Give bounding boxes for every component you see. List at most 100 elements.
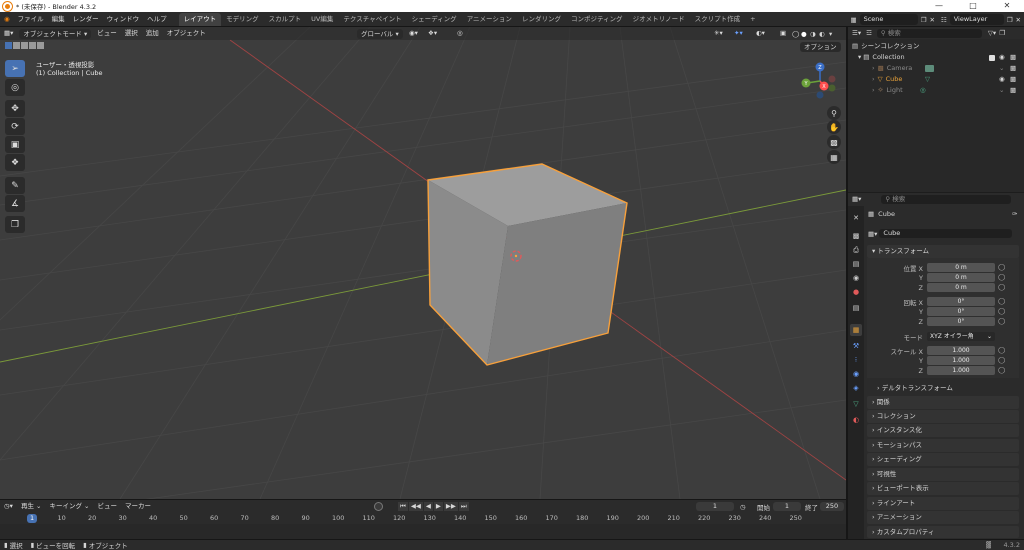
material-tab-icon[interactable]: ◐ [850,414,862,426]
modifier-tab-icon[interactable]: ⚒ [850,340,862,352]
end-frame-field[interactable]: 250 [820,502,844,511]
outliner-funnel-icon[interactable]: ▽▾ [988,29,996,37]
tool-scale-icon[interactable]: ▣ [5,136,25,153]
mode-dropdown[interactable]: オブジェクトモード ▾ [19,28,92,39]
lock-icon[interactable]: ◯ [998,283,1005,291]
section-viewport-display[interactable]: › ビューポート表示 [867,482,1019,495]
tool-rotate-icon[interactable]: ⟳ [5,118,25,135]
tab-texture-paint[interactable]: テクスチャペイント [338,13,406,26]
tab-geometry-nodes[interactable]: ジオメトリノード [628,13,690,26]
camera-view-icon[interactable]: ▩ [827,135,841,149]
tab-layout[interactable]: レイアウト [178,12,222,26]
tool-select-box-icon[interactable]: ➢ [5,60,25,77]
resize-grip-icon[interactable]: ▓ [986,541,991,549]
outliner-scene-collection[interactable]: ▤ シーンコレクション [848,41,1024,52]
timeline-track-area[interactable] [0,524,846,539]
lock-icon[interactable]: ◯ [998,297,1005,305]
lock-icon[interactable]: ◯ [998,366,1005,374]
scene-tab-icon[interactable]: ◉ [850,272,862,284]
visibility-icon[interactable]: ✳▾ [710,27,727,40]
perspective-toggle-icon[interactable]: ▦ [827,150,841,164]
maximize-icon[interactable]: □ [956,0,990,12]
section-collections[interactable]: › コレクション [867,410,1019,423]
output-tab-icon[interactable]: ⎙ [850,244,862,256]
current-frame-marker[interactable]: 1 [27,514,38,523]
location-z-field[interactable]: 0 m [927,283,995,292]
timeline-ruler[interactable]: 1 10 20 30 40 50 60 70 80 90 100 110 120 130 140 150 160… [0,513,846,524]
menu-marker[interactable]: マーカー [121,500,155,513]
play-icon[interactable]: ▶ [433,502,443,511]
object-type-icon[interactable]: ▦▾ [868,230,877,238]
menu-object[interactable]: オブジェクト [163,27,210,40]
minimize-icon[interactable]: — [922,0,956,12]
collection-render-icon[interactable]: ▩ [1010,52,1016,63]
lock-icon[interactable]: ◯ [998,273,1005,281]
menu-add[interactable]: 追加 [142,27,163,40]
tool-tab-icon[interactable]: ✕ [850,212,862,224]
shading-wireframe-icon[interactable]: ◯ [792,30,799,38]
add-workspace-icon[interactable]: + [745,13,760,26]
pin-icon[interactable]: ✑ [1012,210,1017,218]
menu-window[interactable]: ウィンドウ [103,12,144,27]
select-extend-icon[interactable] [13,42,20,49]
tool-annotate-icon[interactable]: ✎ [5,177,25,194]
transform-panel-header[interactable]: ▾ トランスフォーム [867,245,1019,258]
viewlayer-selector[interactable]: ViewLayer [949,14,1004,25]
tab-shading[interactable]: シェーディング [407,13,462,26]
camera-render-icon[interactable]: ▩ [1010,63,1016,74]
tool-cursor-icon[interactable]: ◎ [5,79,25,96]
snap-icon[interactable]: ❖▾ [424,27,441,40]
next-keyframe-icon[interactable]: ▶▶ [443,502,458,511]
section-animation[interactable]: › アニメーション [867,511,1019,524]
tool-move-icon[interactable]: ✥ [5,100,25,117]
expand-icon[interactable]: › [872,74,875,85]
xray-icon[interactable]: ▣ [776,27,790,40]
menu-edit[interactable]: 編集 [48,12,69,27]
rotation-y-field[interactable]: 0° [927,307,995,316]
section-motion-paths[interactable]: › モーションパス [867,439,1019,452]
pan-hand-icon[interactable]: ✋ [827,120,841,134]
tab-uv-editing[interactable]: UV編集 [306,13,338,26]
tool-measure-icon[interactable]: ∡ [5,195,25,212]
new-collection-icon[interactable]: ❐ [999,29,1005,37]
shading-rendered-icon[interactable]: ◐ [819,30,825,38]
shading-solid-icon[interactable]: ● [801,30,807,38]
menu-help[interactable]: ヘルプ [143,12,171,27]
outliner-item-cube[interactable]: › ▽ Cube ▽ ◉ ▩ [848,74,1024,85]
physics-tab-icon[interactable]: ◉ [850,368,862,380]
menu-keying[interactable]: キーイング ⌄ [45,500,93,513]
camera-visibility-icon[interactable]: ⌄ [999,63,1004,74]
object-name-field[interactable]: Cube [879,229,1013,238]
proportional-edit-icon[interactable]: ◎ [453,27,467,40]
3d-viewport[interactable] [0,27,846,499]
collection-visibility-icon[interactable]: ◉ [999,52,1005,63]
cube-visibility-icon[interactable]: ◉ [999,74,1005,85]
scale-z-field[interactable]: 1.000 [927,366,995,375]
tab-scripting[interactable]: スクリプト作成 [690,13,746,26]
clock-icon[interactable]: ◷ [740,503,746,511]
menu-file[interactable]: ファイル [14,12,48,27]
outliner-item-camera[interactable]: › ▩ Camera ⌄ ▩ [848,63,1024,74]
tab-compositing[interactable]: コンポジティング [566,13,628,26]
editor-type-icon[interactable]: ▦▾ [0,27,17,40]
shading-material-icon[interactable]: ◑ [810,30,816,38]
select-invert-icon[interactable] [29,42,36,49]
lock-icon[interactable]: ◯ [998,263,1005,271]
auto-keying-icon[interactable] [374,502,383,511]
pivot-icon[interactable]: ◉▾ [405,27,422,40]
gizmo-toggle-icon[interactable]: ✦▾ [730,27,747,40]
world-tab-icon[interactable]: ● [850,286,862,298]
zoom-icon[interactable]: ⚲ [827,106,841,120]
options-button[interactable]: オプション [800,42,841,52]
outliner-collection[interactable]: ▾ ▤ Collection ◉ ▩ [848,52,1024,63]
select-intersect-icon[interactable] [37,42,44,49]
tool-transform-icon[interactable]: ❖ [5,154,25,171]
collection-checkbox-icon[interactable] [989,54,995,61]
rotation-mode-dropdown[interactable]: XYZ オイラー角 ⌄ [927,332,995,341]
outliner-item-light[interactable]: › ☼ Light ◎ ⌄ ▩ [848,85,1024,96]
outliner-editor-icon[interactable]: ☰▾ [852,29,861,37]
jump-end-icon[interactable]: ⏭ [458,502,469,511]
overlays-icon[interactable]: ◐▾ [752,27,769,40]
timeline-editor[interactable]: ◷▾ 再生 ⌄ キーイング ⌄ ビュー マーカー ⏮ ◀◀ ◀ ▶ ▶▶ ⏭ 1… [0,499,846,539]
outliner-filter-icon[interactable]: ☲ [866,29,872,37]
